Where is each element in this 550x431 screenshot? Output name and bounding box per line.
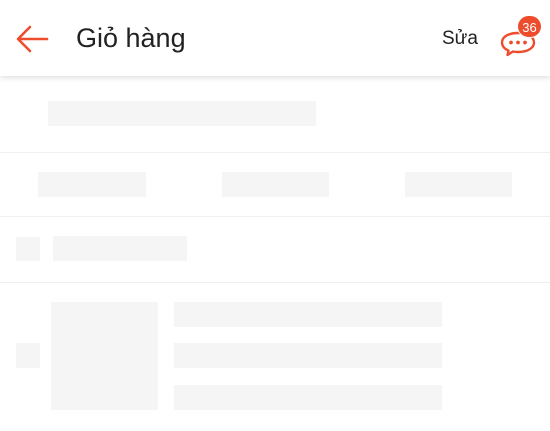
skeleton-item-line-3 <box>174 385 442 410</box>
page-title: Giỏ hàng <box>76 23 186 53</box>
app-header: Giỏ hàng Sửa 36 <box>0 0 550 76</box>
arrow-left-icon <box>16 25 49 53</box>
skeleton-item-line-1 <box>174 302 442 327</box>
skeleton-item-line-2 <box>174 343 442 368</box>
skeleton-tab-2 <box>222 172 329 197</box>
skeleton-tab-3 <box>405 172 512 197</box>
chat-unread-badge: 36 <box>517 15 542 38</box>
divider <box>0 152 550 153</box>
skeleton-shop-checkbox <box>16 237 40 261</box>
divider <box>0 282 550 283</box>
skeleton-shop-name <box>53 236 187 261</box>
skeleton-banner-line <box>48 101 316 126</box>
cart-page: Giỏ hàng Sửa 36 <box>0 0 550 431</box>
skeleton-item-checkbox <box>16 343 40 368</box>
skeleton-item-image <box>51 302 158 410</box>
back-button[interactable] <box>12 19 52 59</box>
divider <box>0 216 550 217</box>
skeleton-tab-1 <box>38 172 146 197</box>
edit-button[interactable]: Sửa <box>442 27 478 51</box>
